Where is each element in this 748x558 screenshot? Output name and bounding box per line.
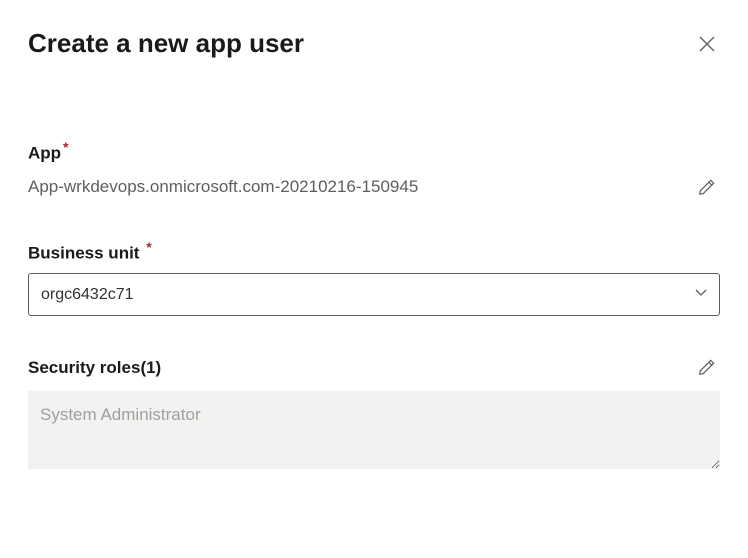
pencil-icon xyxy=(697,178,716,197)
close-icon xyxy=(698,35,716,53)
business-unit-label: Business unit * xyxy=(28,239,152,264)
app-value: App-wrkdevops.onmicrosoft.com-20210216-1… xyxy=(28,177,418,197)
close-button[interactable] xyxy=(694,31,720,57)
business-unit-select[interactable]: orgc6432c71 xyxy=(28,273,720,316)
edit-app-button[interactable] xyxy=(693,174,720,201)
app-label: App* xyxy=(28,139,69,164)
security-roles-label: Security roles(1) xyxy=(28,358,161,378)
required-star: * xyxy=(63,139,68,155)
security-roles-box[interactable] xyxy=(28,391,720,469)
edit-security-roles-button[interactable] xyxy=(693,354,720,381)
dialog-title: Create a new app user xyxy=(28,28,304,59)
required-star: * xyxy=(146,239,151,255)
pencil-icon xyxy=(697,358,716,377)
